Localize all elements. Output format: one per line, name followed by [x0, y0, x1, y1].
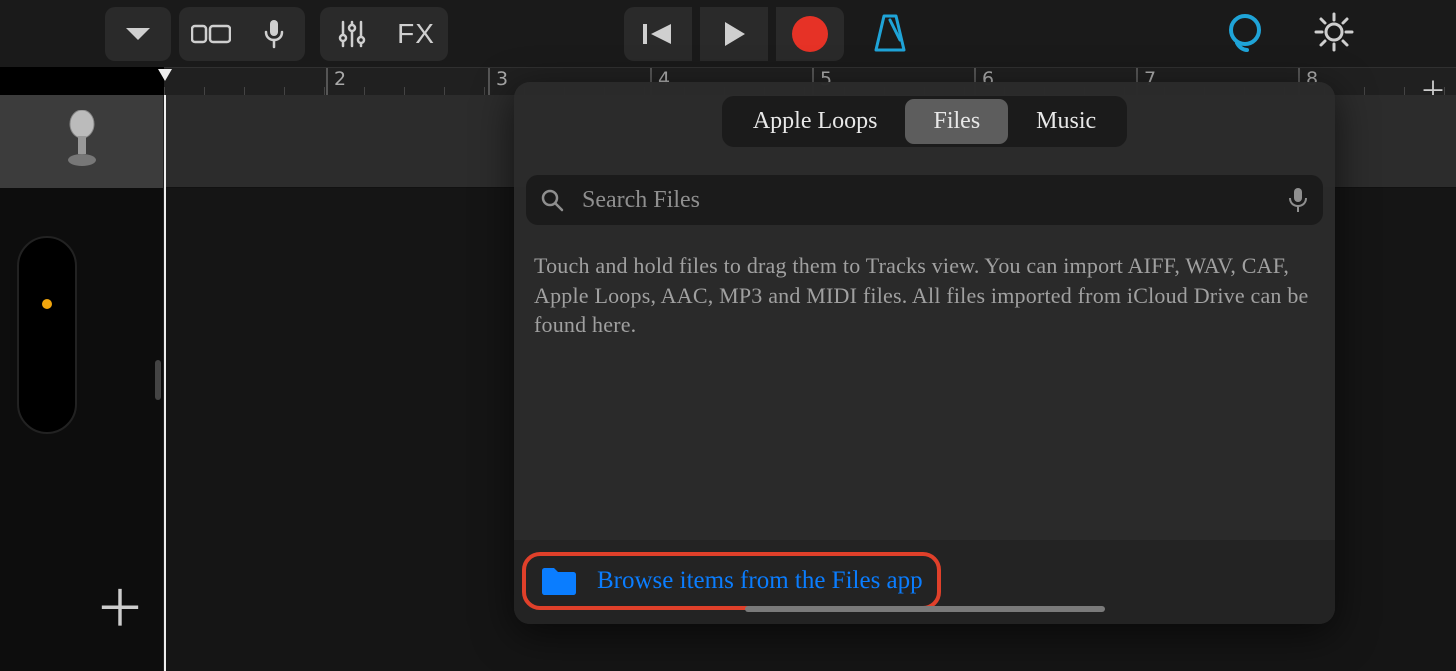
folder-icon: [539, 565, 579, 597]
fx-label: FX: [397, 18, 435, 50]
navigation-menu-button[interactable]: [105, 7, 171, 61]
settings-button[interactable]: [1312, 10, 1356, 59]
microphone-input-button[interactable]: [243, 7, 305, 61]
record-icon: [792, 16, 828, 52]
play-button[interactable]: [700, 7, 768, 61]
search-bar: [526, 175, 1323, 225]
ruler-mark: 3: [496, 68, 508, 90]
gear-icon: [1312, 10, 1356, 54]
play-icon: [719, 19, 749, 49]
track-scroll-handle[interactable]: [155, 360, 161, 400]
rewind-icon: [641, 20, 675, 48]
tracks-view-button[interactable]: [179, 7, 243, 61]
vintage-microphone-icon: [60, 110, 104, 174]
tab-apple-loops[interactable]: Apple Loops: [725, 99, 906, 144]
microphone-icon: [262, 18, 286, 50]
files-hint-text: Touch and hold files to drag them to Tra…: [534, 251, 1315, 340]
record-button[interactable]: [776, 7, 844, 61]
sheet-handle[interactable]: [745, 606, 1105, 612]
browse-files-app-button[interactable]: Browse items from the Files app: [522, 552, 941, 610]
browse-files-label: Browse items from the Files app: [597, 567, 923, 595]
loop-browser-button[interactable]: [1223, 10, 1267, 59]
tab-files[interactable]: Files: [905, 99, 1008, 144]
tracks-layout-icon: [191, 22, 231, 46]
files-popover: Apple Loops Files Music Touch and hold f…: [514, 82, 1335, 624]
chevron-down-icon: [124, 26, 152, 42]
search-icon: [540, 188, 564, 212]
top-toolbar: FX: [0, 0, 1456, 67]
metronome-icon: [870, 10, 910, 54]
source-segmented-control: Apple Loops Files Music: [722, 96, 1127, 147]
loop-icon: [1223, 10, 1267, 54]
tab-music[interactable]: Music: [1008, 99, 1124, 144]
playhead[interactable]: [164, 95, 166, 671]
quick-help-pill[interactable]: [17, 236, 77, 434]
ruler-mark: 2: [334, 68, 346, 90]
add-track-button[interactable]: ＋: [95, 569, 145, 641]
go-to-start-button[interactable]: [624, 7, 692, 61]
search-input[interactable]: [564, 187, 1287, 214]
fx-button[interactable]: FX: [384, 7, 448, 61]
metronome-button[interactable]: [870, 10, 910, 59]
track-header-audio[interactable]: [0, 95, 163, 188]
mixer-controls-button[interactable]: [320, 7, 384, 61]
indicator-dot-icon: [42, 299, 52, 309]
sliders-icon: [336, 18, 368, 50]
dictation-icon[interactable]: [1287, 186, 1309, 214]
